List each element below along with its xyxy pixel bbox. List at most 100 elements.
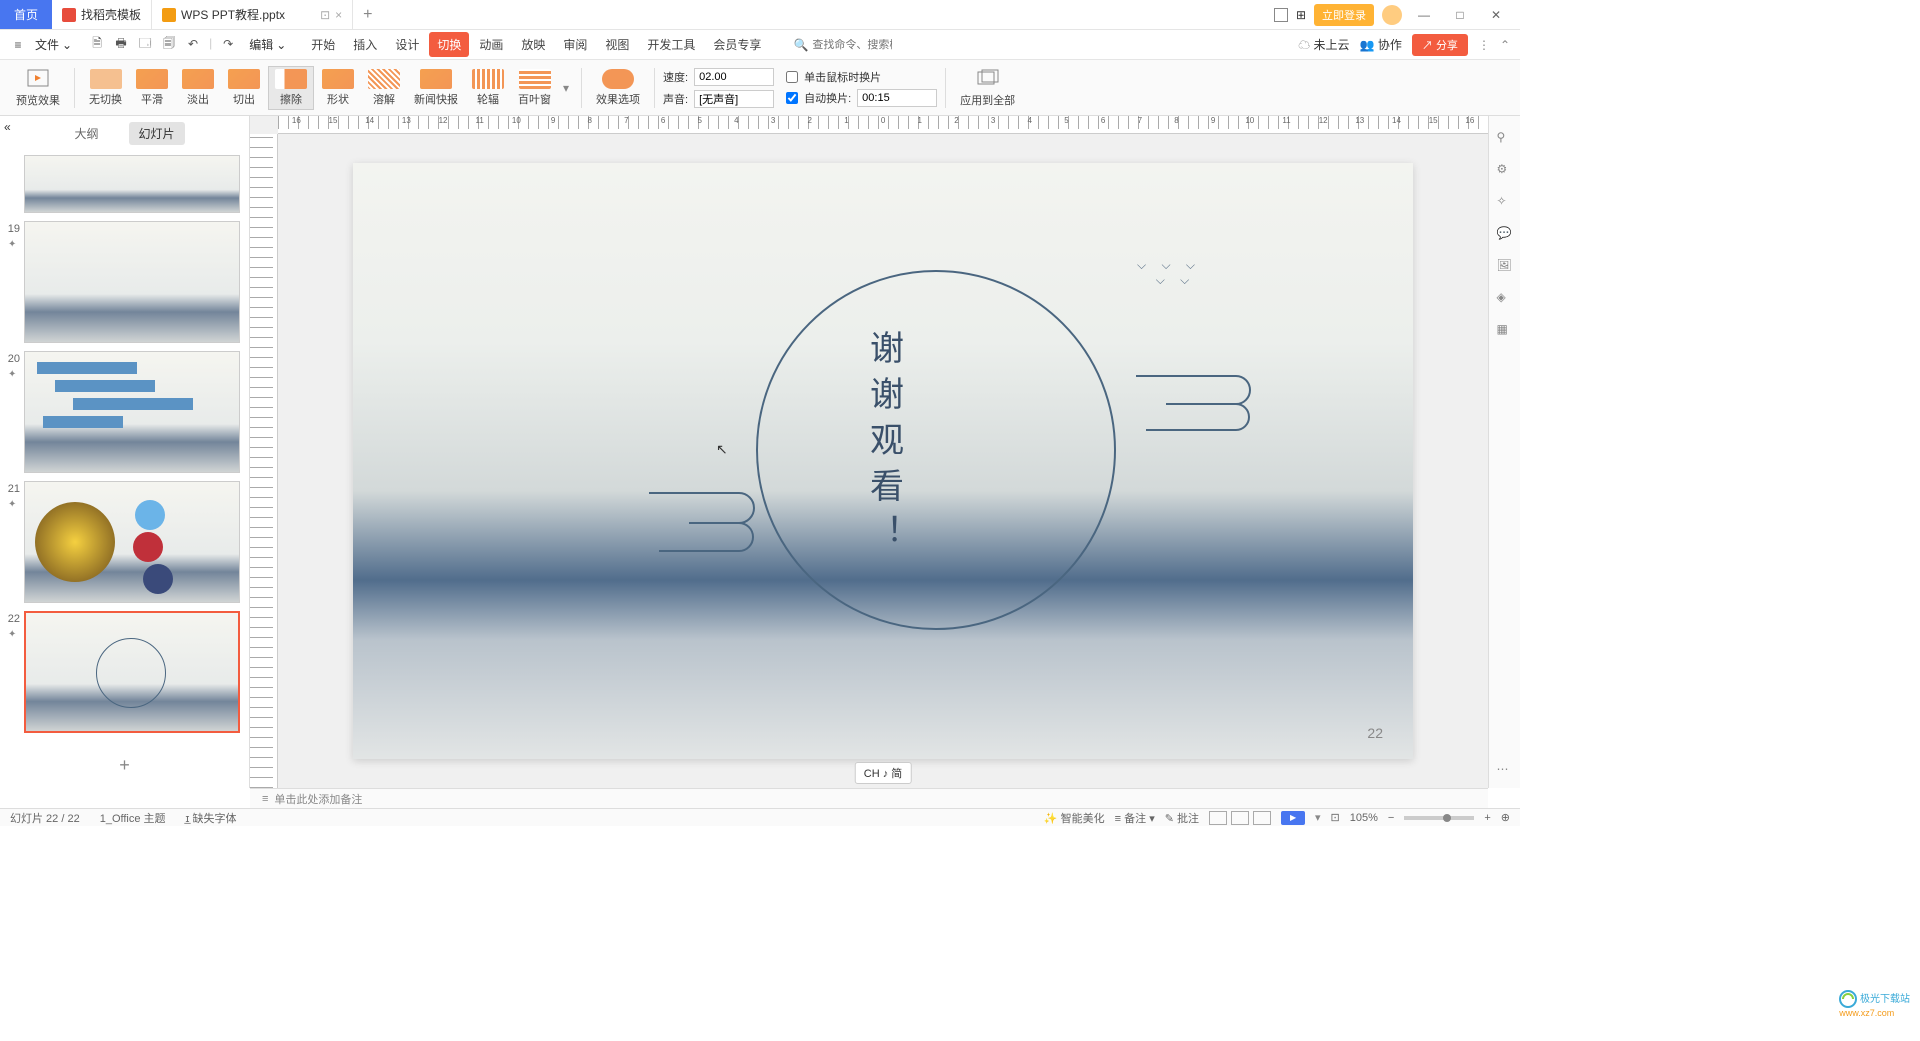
file-menu[interactable]: 文件 ⌄: [30, 36, 77, 53]
tab-slides[interactable]: 幻灯片: [129, 122, 185, 145]
rail-more-icon[interactable]: ⋯: [1497, 762, 1513, 778]
tab-home[interactable]: 首页: [0, 0, 52, 29]
rail-book-icon[interactable]: ▦: [1497, 322, 1513, 338]
tab-insert[interactable]: 插入: [345, 32, 385, 57]
ruler-vertical: [250, 134, 278, 788]
zoom-slider[interactable]: [1404, 816, 1474, 820]
redo-icon[interactable]: ↷: [220, 36, 236, 52]
beautify-button[interactable]: ✨ 智能美化: [1044, 810, 1105, 826]
zoom-tool-icon[interactable]: ⊡: [1331, 811, 1340, 824]
tab-overflow-icon[interactable]: ⊡: [320, 8, 330, 22]
avatar[interactable]: [1382, 5, 1402, 25]
effect-options[interactable]: 效果选项: [590, 67, 646, 109]
zoom-value[interactable]: 105%: [1350, 812, 1378, 824]
layout-icon-1[interactable]: [1274, 8, 1288, 22]
transition-blinds[interactable]: 百叶窗: [512, 67, 557, 109]
titlebar: 首页 找稻壳模板 WPS PPT教程.pptx ⊡ × + ⊞ 立即登录 ― □…: [0, 0, 1520, 30]
rail-diamond-icon[interactable]: ◈: [1497, 290, 1513, 306]
tab-member[interactable]: 会员专享: [705, 32, 769, 57]
notes-placeholder: 单击此处添加备注: [274, 791, 362, 807]
view-normal[interactable]: [1209, 811, 1227, 825]
view-reading[interactable]: [1253, 811, 1271, 825]
apply-all[interactable]: 应用到全部: [954, 66, 1021, 110]
transition-comb[interactable]: 轮辐: [466, 67, 510, 109]
print-icon[interactable]: 🖶: [113, 36, 129, 52]
tab-design[interactable]: 设计: [387, 32, 427, 57]
tab-start[interactable]: 开始: [303, 32, 343, 57]
hamburger-icon[interactable]: ≡: [10, 37, 26, 53]
save-icon[interactable]: 🗎: [89, 36, 105, 52]
minimize-button[interactable]: ―: [1410, 8, 1438, 22]
rail-settings-icon[interactable]: ⚙: [1497, 162, 1513, 178]
tab-review[interactable]: 审阅: [555, 32, 595, 57]
slideshow-button[interactable]: ▶: [1281, 811, 1305, 825]
sound-input[interactable]: [694, 90, 774, 108]
slide-thumb-20[interactable]: 20 ✦: [10, 351, 239, 473]
tab-template[interactable]: 找稻壳模板: [52, 0, 152, 29]
speed-input[interactable]: [694, 68, 774, 86]
apps-icon[interactable]: ⊞: [1296, 8, 1306, 22]
comments-button[interactable]: ✎ 批注: [1165, 810, 1199, 826]
search-box[interactable]: 🔍: [773, 38, 1294, 52]
edit-menu[interactable]: 编辑 ⌄: [244, 36, 291, 53]
transition-shape[interactable]: 形状: [316, 67, 360, 109]
tab-outline[interactable]: 大纲: [64, 122, 108, 145]
notes-bar[interactable]: ≡ 单击此处添加备注: [250, 788, 1488, 808]
click-checkbox[interactable]: [786, 71, 798, 83]
view-sorter[interactable]: [1231, 811, 1249, 825]
slide-thumb[interactable]: [10, 155, 239, 213]
auto-time-input[interactable]: [857, 89, 937, 107]
tab-play[interactable]: 放映: [513, 32, 553, 57]
transition-more-icon[interactable]: ▾: [559, 81, 573, 95]
collapse-panel-icon[interactable]: «: [4, 120, 11, 134]
rail-image-icon[interactable]: 🖼: [1497, 258, 1513, 274]
tab-add[interactable]: +: [353, 6, 382, 24]
close-button[interactable]: ✕: [1482, 8, 1510, 22]
transition-none[interactable]: 无切换: [83, 67, 128, 109]
ribbon-preview[interactable]: 预览效果: [10, 66, 66, 110]
search-input[interactable]: [812, 39, 892, 51]
tab-dev[interactable]: 开发工具: [639, 32, 703, 57]
zoom-out[interactable]: −: [1388, 812, 1394, 824]
slideshow-dropdown[interactable]: ▾: [1315, 811, 1321, 824]
rail-chat-icon[interactable]: 💬: [1497, 226, 1513, 242]
preview-icon[interactable]: 🗔: [137, 36, 153, 52]
collab-button[interactable]: 👥 协作: [1360, 36, 1402, 53]
tab-close-icon[interactable]: ×: [335, 8, 342, 22]
collapse-ribbon-icon[interactable]: ⌃: [1500, 38, 1510, 52]
transition-star-icon: ✦: [8, 499, 16, 510]
missing-font[interactable]: ɪ̲ 缺失字体: [186, 810, 237, 826]
slide-viewport[interactable]: 谢谢观看！ ⌵ ⌵ ⌵ ⌵ ⌵ 22 ↖ CH ♪ 简: [278, 134, 1488, 788]
slide-thumb-21[interactable]: 21 ✦: [10, 481, 239, 603]
maximize-button[interactable]: □: [1446, 8, 1474, 22]
undo-icon[interactable]: ↶: [185, 36, 201, 52]
transition-cut[interactable]: 切出: [222, 67, 266, 109]
tab-view[interactable]: 视图: [597, 32, 637, 57]
slide-thumb-19[interactable]: 19 ✦: [10, 221, 239, 343]
tab-animation[interactable]: 动画: [471, 32, 511, 57]
transition-dissolve[interactable]: 溶解: [362, 67, 406, 109]
transition-fadeout[interactable]: 淡出: [176, 67, 220, 109]
right-rail: ⚲ ⚙ ✧ 💬 🖼 ◈ ▦ ⋯: [1488, 116, 1520, 788]
slide-thumb-22[interactable]: 22 ✦: [10, 611, 239, 733]
transition-erase[interactable]: 擦除: [268, 66, 314, 110]
tab-transition[interactable]: 切换: [429, 32, 469, 57]
fit-window-icon[interactable]: ⊕: [1501, 811, 1510, 824]
add-slide-button[interactable]: +: [0, 745, 249, 786]
auto-checkbox[interactable]: [786, 92, 798, 104]
transition-news[interactable]: 新闻快报: [408, 67, 464, 109]
watermark: 极光下载站 www.xz7.com: [1839, 990, 1910, 1019]
notes-button[interactable]: ≡ 备注 ▾: [1115, 810, 1155, 826]
cloud-status[interactable]: ☁ 未上云: [1298, 36, 1349, 53]
share-button[interactable]: ↗ 分享: [1412, 34, 1468, 56]
rail-star-icon[interactable]: ✧: [1497, 194, 1513, 210]
login-button[interactable]: 立即登录: [1314, 4, 1374, 26]
slide-panel: « 大纲 幻灯片 19 ✦ 20 ✦ 21 ✦ 22: [0, 116, 250, 788]
transition-smooth[interactable]: 平滑: [130, 67, 174, 109]
more-icon[interactable]: ⋮: [1478, 38, 1490, 52]
sound-label: 声音:: [663, 91, 688, 107]
tab-document[interactable]: WPS PPT教程.pptx ⊡ ×: [152, 0, 353, 29]
copy-icon[interactable]: 🗐: [161, 36, 177, 52]
zoom-in[interactable]: +: [1484, 812, 1490, 824]
rail-magic-icon[interactable]: ⚲: [1497, 130, 1513, 146]
